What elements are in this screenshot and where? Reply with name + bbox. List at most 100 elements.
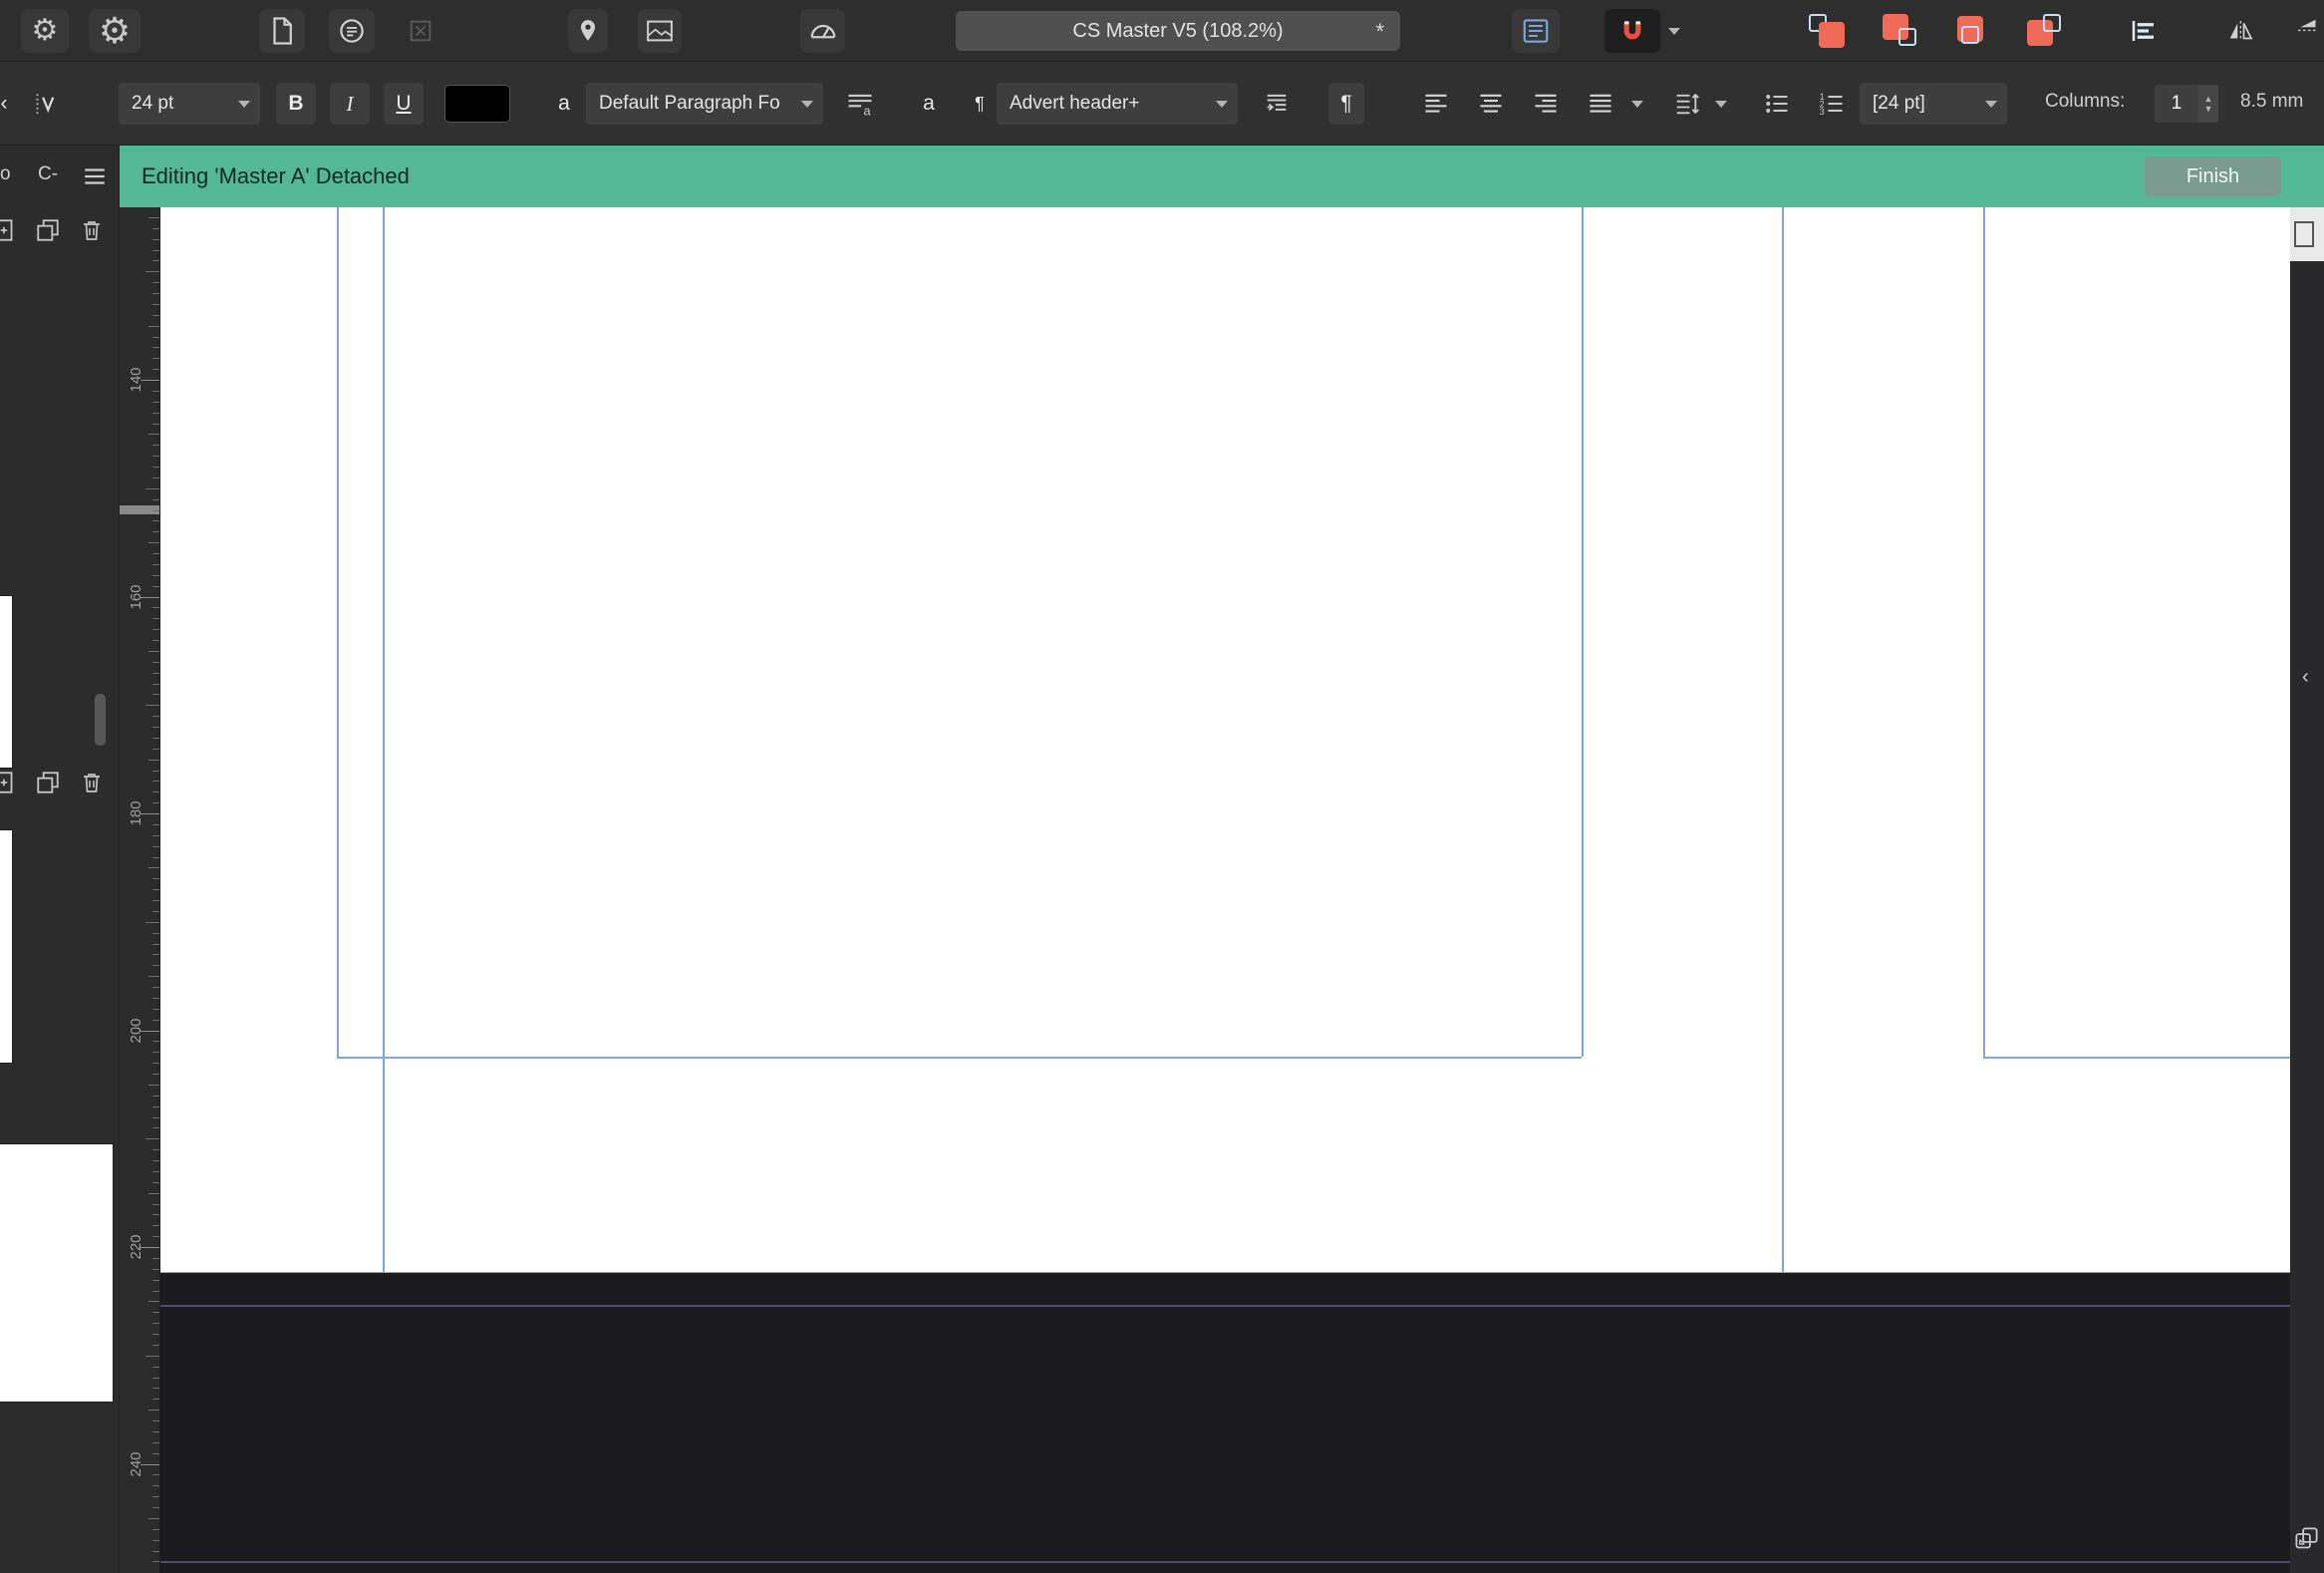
text-insert-button[interactable] — [26, 83, 66, 125]
svg-text:a: a — [863, 105, 871, 118]
snapping-toggle-button[interactable] — [1604, 9, 1660, 53]
align-center-button[interactable] — [1473, 83, 1509, 125]
columns-label: Columns: — [2045, 91, 2126, 112]
chevron-down-icon — [238, 100, 250, 108]
black-footer-rectangle[interactable] — [160, 1273, 2290, 1573]
column-guide — [1782, 207, 1784, 1272]
panel-compact-label[interactable]: C- — [38, 163, 58, 185]
circle-lines-icon — [340, 19, 364, 43]
gutter-value: 8.5 mm — [2240, 91, 2304, 112]
bold-button[interactable]: B — [276, 83, 316, 125]
frame-guide-line — [160, 1305, 2290, 1307]
panel-scrollbar[interactable] — [95, 694, 106, 746]
character-color-button[interactable]: a — [547, 83, 581, 125]
bullet-list-button[interactable] — [1759, 83, 1795, 125]
ghost-square-icon — [1961, 26, 1979, 44]
align-center-icon — [1480, 94, 1502, 113]
color-gauge-button[interactable] — [800, 9, 845, 53]
text-cursor-icon — [36, 93, 54, 115]
panel-collapse-arrow-icon[interactable]: ‹ — [2302, 666, 2309, 689]
text-styles-panel-button[interactable]: a — [837, 83, 883, 125]
sections-button[interactable] — [329, 9, 375, 53]
leading-options-button[interactable] — [1666, 83, 1706, 125]
stepper-up-icon[interactable]: ▲ — [2204, 94, 2213, 104]
character-panel-button[interactable]: a — [909, 83, 949, 125]
document-canvas[interactable] — [160, 207, 2290, 1573]
document-title-dropdown[interactable]: CS Master V5 (108.2%) * — [956, 11, 1400, 51]
columns-input[interactable]: 1 — [2155, 85, 2198, 123]
duplicate-page-button[interactable] — [33, 768, 63, 797]
picture-frame-button[interactable] — [638, 9, 682, 53]
font-size-value: 24 pt — [132, 93, 174, 114]
indent-button[interactable] — [1254, 83, 1300, 125]
master-edit-banner: Editing 'Master A' Detached Finish — [120, 146, 2324, 207]
character-style-dropdown[interactable]: Advert header+ — [997, 83, 1238, 125]
show-pilcrow-button[interactable]: ¶ — [1328, 83, 1364, 125]
pilcrow-small-label: ¶ — [975, 93, 985, 114]
master-thumbnail[interactable] — [0, 596, 12, 768]
persona-gear-button[interactable]: ⚙ — [89, 9, 141, 53]
insert-inside-button[interactable] — [1947, 12, 1995, 50]
preferences-gear-button[interactable]: ⚙ — [21, 9, 69, 53]
stepper-down-icon[interactable]: ▼ — [2204, 104, 2213, 114]
justify-options-chevron-icon[interactable] — [1626, 83, 1648, 125]
panel-menu-button[interactable] — [80, 161, 110, 191]
svg-text:3: 3 — [1820, 107, 1825, 117]
insert-behind-button[interactable] — [1877, 12, 1924, 50]
partial-page-icon — [2294, 221, 2314, 247]
align-left-icon — [1425, 94, 1447, 113]
magnet-icon — [1623, 21, 1641, 40]
disabled-square-icon — [410, 20, 432, 42]
page-preview-thumbnail[interactable] — [0, 1144, 113, 1402]
zoom-fit-button[interactable] — [2293, 1525, 2320, 1557]
ruler-label: 200 — [128, 1017, 145, 1044]
text-frame-bottom-edge — [337, 1057, 1582, 1059]
columns-stepper[interactable]: ▲ ▼ — [2198, 85, 2218, 123]
justify-button[interactable] — [1583, 83, 1618, 125]
chevron-down-icon — [801, 100, 813, 108]
flip-horizontal-icon — [2229, 21, 2253, 41]
delete-page-button[interactable] — [77, 768, 107, 797]
ghost-square-icon — [2043, 14, 2061, 32]
leading-value: [24 pt] — [1873, 93, 1925, 114]
insert-in-front-button[interactable] — [1805, 12, 1853, 50]
picture-frame-icon — [647, 20, 673, 42]
new-document-button[interactable] — [259, 9, 305, 53]
page-thumbnail[interactable] — [0, 830, 12, 1063]
align-right-button[interactable] — [1528, 83, 1564, 125]
insert-on-page-button[interactable] — [2019, 12, 2067, 50]
font-size-dropdown[interactable]: 24 pt — [119, 83, 260, 125]
leading-icon — [1676, 94, 1699, 115]
alignment-panel-button[interactable] — [2120, 9, 2168, 53]
pages-panel: o C- — [0, 146, 120, 1573]
paragraph-style-dropdown[interactable]: Default Paragraph Fo — [586, 83, 823, 125]
add-page-button[interactable] — [0, 768, 20, 797]
ruler-label: 160 — [128, 583, 145, 610]
italic-button[interactable]: I — [330, 83, 370, 125]
duplicate-icon — [37, 219, 59, 241]
leading-chevron-icon[interactable] — [1710, 83, 1732, 125]
flip-vertical-button[interactable] — [2292, 9, 2324, 53]
ruler-label: 180 — [128, 800, 145, 826]
finish-button[interactable]: Finish — [2145, 157, 2281, 196]
context-toolbar: ‹ 24 pt B I U a Default Paragraph Fo a a… — [0, 62, 2324, 146]
delete-master-button[interactable] — [77, 215, 107, 245]
align-left-button[interactable] — [1418, 83, 1454, 125]
duplicate-master-button[interactable] — [33, 215, 63, 245]
trash-icon — [84, 774, 100, 792]
add-master-button[interactable] — [0, 215, 20, 245]
text-frame-properties-button[interactable] — [1512, 9, 1560, 53]
gear-icon: ⚙ — [98, 10, 132, 51]
underline-button[interactable]: U — [384, 83, 424, 125]
numbered-list-button[interactable]: 123 — [1814, 83, 1850, 125]
pin-button[interactable] — [568, 9, 608, 53]
snapping-dropdown-chevron-icon[interactable] — [1668, 27, 1680, 35]
leading-value-dropdown[interactable]: [24 pt] — [1860, 83, 2007, 125]
gear-icon: ⚙ — [31, 14, 59, 47]
document-title: CS Master V5 (108.2%) — [1072, 19, 1284, 42]
flip-horizontal-button[interactable] — [2217, 9, 2265, 53]
add-page-icon — [0, 219, 13, 241]
text-color-swatch[interactable] — [444, 85, 510, 123]
toolbar-overflow-chevron-icon[interactable]: ‹ — [0, 83, 12, 125]
text-frame-icon — [1523, 19, 1549, 43]
